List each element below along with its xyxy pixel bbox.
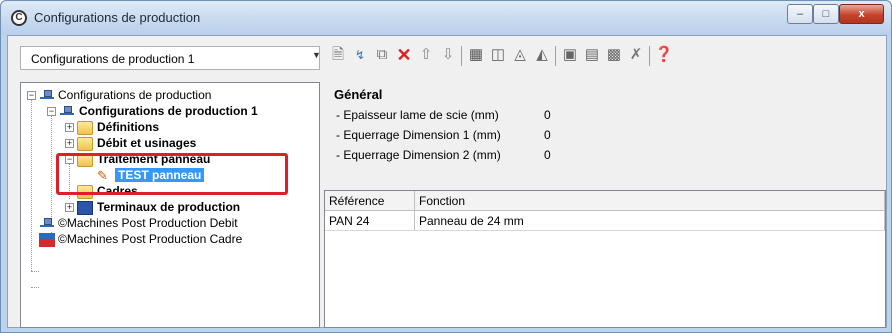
prop-label: - Epaisseur lame de scie (mm) [336,108,499,122]
expand-toggle[interactable]: + [65,123,74,132]
network-icon [59,105,75,119]
machine-cadre-icon [39,233,55,247]
tree-view[interactable]: − Configurations de production − Configu… [20,82,320,328]
disable-icon[interactable]: ✗ [626,44,646,66]
configuration-select[interactable]: Configurations de production 1 [20,46,320,70]
expand-toggle[interactable]: + [65,139,74,148]
tree-connector [31,95,32,271]
collapse-toggle[interactable]: − [47,107,56,116]
details-pane: Général - Epaisseur lame de scie (mm) 0 … [324,82,886,328]
tool-5-icon[interactable]: ▤ [582,44,602,66]
chevron-down-icon[interactable]: ▼ [312,50,321,60]
minimize-button[interactable]: – [787,4,813,24]
terminal-icon [77,201,93,215]
properties-icon[interactable]: ▦ [466,44,486,66]
close-button[interactable]: x [839,4,884,24]
tree-connector [31,287,39,288]
column-header-fonction[interactable]: Fonction [415,191,885,211]
section-title: Général [334,87,383,102]
network-icon [39,89,55,103]
network-icon [39,217,55,231]
debit-folder-icon [77,137,93,151]
tool-4-icon[interactable]: ▣ [560,44,580,66]
copy-branch-icon[interactable]: ↯ [350,44,370,66]
client-area: Configurations de production 1 ▼ 🗎 ↯ ⧉ ✕… [7,35,887,328]
new-doc-icon[interactable]: 🗎 [328,44,348,66]
prop-value: 0 [544,128,551,142]
column-header-reference[interactable]: Référence [325,191,415,211]
table-header: Référence Fonction [325,191,885,211]
configuration-select-value: Configurations de production 1 [31,52,195,66]
move-down-icon[interactable]: ⇩ [438,44,458,66]
tool-2-icon[interactable]: ◬ [510,44,530,66]
tree-item-definitions[interactable]: Définitions [97,119,159,135]
tree-item-root[interactable]: Configurations de production [58,87,211,103]
prop-label: - Equerrage Dimension 1 (mm) [336,128,501,142]
definitions-folder-icon [77,121,93,135]
prop-label: - Equerrage Dimension 2 (mm) [336,148,501,162]
table-cell-fonction[interactable]: Panneau de 24 mm [415,211,885,231]
title-bar[interactable]: C Configurations de production – □ x [1,1,891,35]
tree-connector [31,271,39,272]
table-cell-reference[interactable]: PAN 24 [325,211,415,231]
collapse-toggle[interactable]: − [27,91,36,100]
red-highlight-annotation [56,153,288,195]
app-logo-icon: C [11,10,27,26]
tree-item-config[interactable]: Configurations de production 1 [79,103,258,119]
duplicate-icon[interactable]: ⧉ [372,44,392,66]
prop-value: 0 [544,148,551,162]
tree-item-terminaux[interactable]: Terminaux de production [97,199,240,215]
move-up-icon[interactable]: ⇧ [416,44,436,66]
window-title: Configurations de production [34,10,201,25]
toolbar-separator [555,46,556,66]
tool-1-icon[interactable]: ◫ [488,44,508,66]
maximize-button[interactable]: □ [813,4,839,24]
expand-toggle[interactable]: + [65,203,74,212]
help-icon[interactable]: ❓ [654,44,674,66]
delete-icon[interactable]: ✕ [394,44,414,66]
application-window: C Configurations de production – □ x Con… [0,0,892,333]
tool-6-icon[interactable]: ▩ [604,44,624,66]
toolbar-separator [649,46,650,66]
reference-table[interactable]: Référence Fonction PAN 24 Panneau de 24 … [324,190,886,328]
tree-item-machines-debit[interactable]: ©Machines Post Production Debit [58,215,238,231]
toolbar-separator [461,46,462,66]
tree-item-debit[interactable]: Débit et usinages [97,135,196,151]
tool-3-icon[interactable]: ◭ [532,44,552,66]
tree-item-machines-cadre[interactable]: ©Machines Post Production Cadre [58,231,242,247]
general-section: Général - Epaisseur lame de scie (mm) 0 … [324,82,886,178]
prop-value: 0 [544,108,551,122]
